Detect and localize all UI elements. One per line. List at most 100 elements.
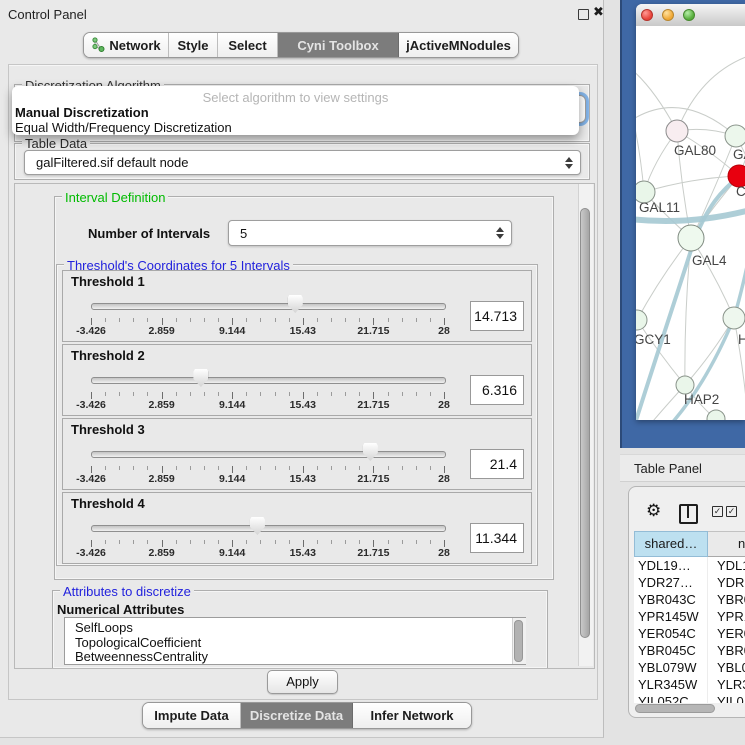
- slider-track[interactable]: [91, 525, 446, 532]
- network-edge: [685, 318, 734, 385]
- minimize-traffic-light-icon[interactable]: [662, 9, 674, 21]
- gear-icon[interactable]: ⚙: [646, 501, 661, 521]
- tab-discretize-data[interactable]: Discretize Data: [241, 703, 353, 728]
- cell-shared-name: YDL19…: [634, 557, 708, 574]
- network-node[interactable]: [666, 120, 688, 142]
- attribute-item-betweennesscentrality[interactable]: BetweennessCentrality: [65, 650, 525, 665]
- cell-shared-name: YDR27…: [634, 574, 708, 591]
- network-edge: [677, 54, 745, 131]
- cell-name: YIL0: [708, 693, 745, 703]
- num-intervals-value: 5: [229, 226, 495, 241]
- tab-style[interactable]: Style: [169, 33, 218, 57]
- table-row[interactable]: YBR045CYBR0: [634, 642, 745, 659]
- network-node[interactable]: [636, 310, 647, 330]
- dropdown-item-manual-discretization[interactable]: Manual Discretization: [15, 105, 149, 120]
- table-data-combo-value: galFiltered.sif default node: [25, 155, 564, 170]
- network-node[interactable]: [678, 225, 704, 251]
- network-node[interactable]: [723, 307, 745, 329]
- tab-label: Network: [109, 38, 160, 53]
- top-tab-bar: Network Style SelectCyni Toolbox jActiveMNo…: [83, 32, 519, 58]
- slider-track[interactable]: [91, 303, 446, 310]
- attribute-item-topologicalcoefficient[interactable]: TopologicalCoefficient: [65, 636, 525, 651]
- column-header-shared[interactable]: shared…: [634, 531, 708, 557]
- threshold-label: Threshold 3: [71, 422, 145, 437]
- attributes-scrollbar-thumb[interactable]: [514, 620, 523, 662]
- tab-select[interactable]: Select: [218, 33, 278, 57]
- apply-button[interactable]: Apply: [267, 670, 338, 694]
- cell-name: YBR0: [708, 642, 745, 659]
- zoom-traffic-light-icon[interactable]: [683, 9, 695, 21]
- stepper-icon: [564, 157, 573, 169]
- interval-group-title: Interval Definition: [62, 190, 168, 205]
- table-row[interactable]: YIL052CYIL0: [634, 693, 745, 703]
- table-row[interactable]: YDR27…YDR2: [634, 574, 745, 591]
- table-hscrollbar-thumb[interactable]: [635, 704, 715, 713]
- network-node-label: GAL11: [639, 200, 680, 215]
- slider-handle[interactable]: [250, 517, 265, 535]
- cell-shared-name: YER054C: [634, 625, 708, 642]
- close-traffic-light-icon[interactable]: [641, 9, 653, 21]
- thresholds-list: Threshold 1 -3.4262.8599.14415.4321.7152…: [62, 270, 530, 566]
- close-icon[interactable]: ✖: [593, 4, 604, 20]
- network-node-label: GCY1: [636, 332, 671, 347]
- network-edge: [636, 106, 644, 192]
- slider-handle[interactable]: [288, 295, 303, 313]
- threshold-value-input[interactable]: 6.316: [470, 375, 524, 405]
- cell-name: YDR2: [708, 574, 745, 591]
- attributes-list[interactable]: SelfLoopsTopologicalCoefficientBetweenne…: [64, 617, 526, 665]
- network-node-label: GAL4: [692, 253, 727, 268]
- network-node[interactable]: [725, 125, 745, 147]
- tab-jactivemnodules[interactable]: jActiveMNodules: [399, 33, 518, 57]
- table-row[interactable]: YBR043CYBR0: [634, 591, 745, 608]
- num-intervals-combo[interactable]: 5: [228, 220, 512, 246]
- threshold-value-input[interactable]: 14.713: [470, 301, 524, 331]
- threshold-panel: Threshold 1 -3.4262.8599.14415.4321.7152…: [62, 270, 532, 342]
- tab-impute-data[interactable]: Impute Data: [143, 703, 241, 728]
- attributes-group-title: Attributes to discretize: [60, 584, 194, 599]
- table-row[interactable]: YDL19…YDL1: [634, 557, 745, 574]
- slider-track[interactable]: [91, 377, 446, 384]
- checkbox-icon[interactable]: ✓: [712, 506, 723, 517]
- bottom-tab-bar: Impute Data Discretize Data Infer Network: [142, 702, 472, 729]
- cell-shared-name: YLR345W: [634, 676, 708, 693]
- cell-name: YLR3: [708, 676, 745, 693]
- attribute-item-selfloops[interactable]: SelfLoops: [65, 621, 525, 636]
- cell-shared-name: YBR045C: [634, 642, 708, 659]
- tab-infer-network[interactable]: Infer Network: [353, 703, 471, 728]
- network-node-label: H: [738, 332, 745, 347]
- slider-track[interactable]: [91, 451, 446, 458]
- tab-label: Style: [177, 38, 208, 53]
- table-row[interactable]: YBL079WYBL0: [634, 659, 745, 676]
- table-data-combo[interactable]: galFiltered.sif default node: [24, 150, 581, 175]
- column-header-name[interactable]: na: [708, 531, 745, 557]
- tab-cyni-toolbox[interactable]: Cyni Toolbox: [278, 33, 399, 57]
- slider-tick-labels: -3.4262.8599.14415.4321.71528: [63, 399, 531, 411]
- num-intervals-label: Number of Intervals: [88, 226, 210, 241]
- table-body: YDL19…YDL1YDR27…YDR2YBR043CYBR0YPR145WYP…: [634, 557, 745, 703]
- checkbox-icon[interactable]: ✓: [726, 506, 737, 517]
- cell-name: YBL0: [708, 659, 745, 676]
- network-view[interactable]: GAL80GACGAL11GAL4GCY1HHAP2: [636, 26, 745, 420]
- dropdown-item-equal-width-frequency[interactable]: Equal Width/Frequency Discretization: [15, 120, 232, 135]
- threshold-panel: Threshold 2 -3.4262.8599.14415.4321.7152…: [62, 344, 532, 416]
- cell-name: YBR0: [708, 591, 745, 608]
- network-node[interactable]: [707, 410, 725, 420]
- tab-network[interactable]: Network: [84, 33, 169, 57]
- slider-handle[interactable]: [363, 443, 378, 461]
- table-row[interactable]: YPR145WYPR1: [634, 608, 745, 625]
- float-icon[interactable]: [578, 9, 589, 20]
- algorithm-dropdown-popup: Select algorithm to view settings Manual…: [12, 86, 579, 135]
- tab-label: jActiveMNodules: [406, 38, 511, 53]
- tab-label: Infer Network: [370, 708, 453, 723]
- table-row[interactable]: YER054CYER0: [634, 625, 745, 642]
- table-row[interactable]: YLR345WYLR3: [634, 676, 745, 693]
- main-scrollbar-thumb[interactable]: [580, 208, 590, 638]
- tab-label: Impute Data: [154, 708, 228, 723]
- threshold-value-input[interactable]: 11.344: [470, 523, 524, 553]
- network-node-label: GA: [733, 147, 745, 162]
- cell-shared-name: YBR043C: [634, 591, 708, 608]
- slider-handle[interactable]: [193, 369, 208, 387]
- network-tab-icon: [91, 36, 105, 55]
- columns-icon[interactable]: [679, 504, 698, 524]
- threshold-value-input[interactable]: 21.4: [470, 449, 524, 479]
